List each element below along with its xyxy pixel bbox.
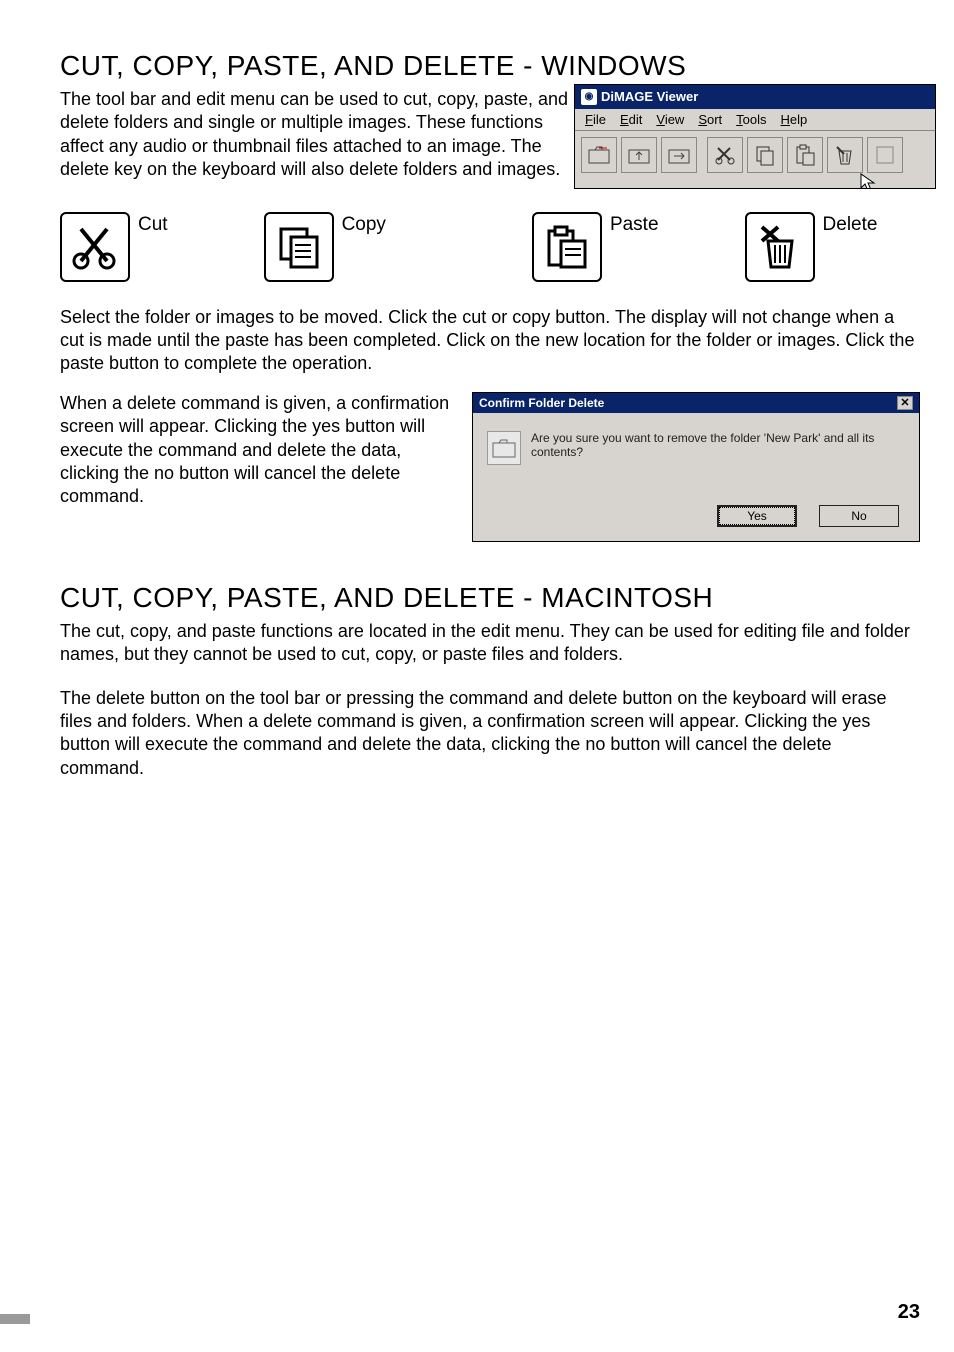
heading-windows: CUT, COPY, PASTE, AND DELETE - WINDOWS [60, 50, 920, 82]
copy-label: Copy [342, 212, 386, 236]
dialog-close-icon[interactable]: ✕ [897, 396, 913, 410]
para-delete-confirm: When a delete command is given, a confir… [60, 392, 460, 509]
menu-view[interactable]: View [656, 112, 684, 127]
cursor-icon [859, 172, 881, 189]
dialog-title: Confirm Folder Delete [479, 393, 604, 413]
dialog-no-button[interactable]: No [819, 505, 899, 527]
paste-icon [532, 212, 602, 282]
menu-edit[interactable]: Edit [620, 112, 642, 127]
footer-bar [0, 1314, 30, 1324]
toolbar-folder-up-icon[interactable] [621, 137, 657, 173]
toolbar-folder-move-icon[interactable] [661, 137, 697, 173]
cut-icon [60, 212, 130, 282]
dialog-message: Are you sure you want to remove the fold… [531, 431, 905, 465]
toolbar-folder-new-icon[interactable] [581, 137, 617, 173]
page-number: 23 [898, 1301, 920, 1324]
menu-help[interactable]: Help [781, 112, 808, 127]
menu-sort[interactable]: Sort [698, 112, 722, 127]
app-toolbar [575, 131, 935, 187]
heading-mac: CUT, COPY, PASTE, AND DELETE - MACINTOSH [60, 582, 920, 614]
toolbar-extra-icon[interactable] [867, 137, 903, 173]
confirm-dialog: Confirm Folder Delete ✕ Are you sure you… [472, 392, 920, 542]
delete-icon [745, 212, 815, 282]
dimage-window: ◉ DiMAGE Viewer File Edit View Sort Tool… [574, 84, 936, 189]
paste-label: Paste [610, 212, 659, 236]
app-titlebar: ◉ DiMAGE Viewer [575, 85, 935, 109]
delete-label: Delete [823, 212, 878, 236]
copy-icon [264, 212, 334, 282]
app-menubar: File Edit View Sort Tools Help [575, 109, 935, 131]
menu-tools[interactable]: Tools [736, 112, 766, 127]
app-title: DiMAGE Viewer [601, 85, 698, 109]
cut-label: Cut [138, 212, 168, 236]
toolbar-cut-icon[interactable] [707, 137, 743, 173]
dialog-folder-icon [487, 431, 521, 465]
app-logo-icon: ◉ [581, 89, 597, 105]
para-select: Select the folder or images to be moved.… [60, 306, 920, 376]
mac-para1: The cut, copy, and paste functions are l… [60, 620, 920, 667]
intro-windows: The tool bar and edit menu can be used t… [60, 88, 570, 182]
mac-para2: The delete button on the tool bar or pre… [60, 687, 920, 781]
dialog-yes-button[interactable]: Yes [717, 505, 797, 527]
menu-file[interactable]: File [585, 112, 606, 127]
toolbar-copy-icon[interactable] [747, 137, 783, 173]
toolbar-delete-icon[interactable] [827, 137, 863, 173]
toolbar-paste-icon[interactable] [787, 137, 823, 173]
